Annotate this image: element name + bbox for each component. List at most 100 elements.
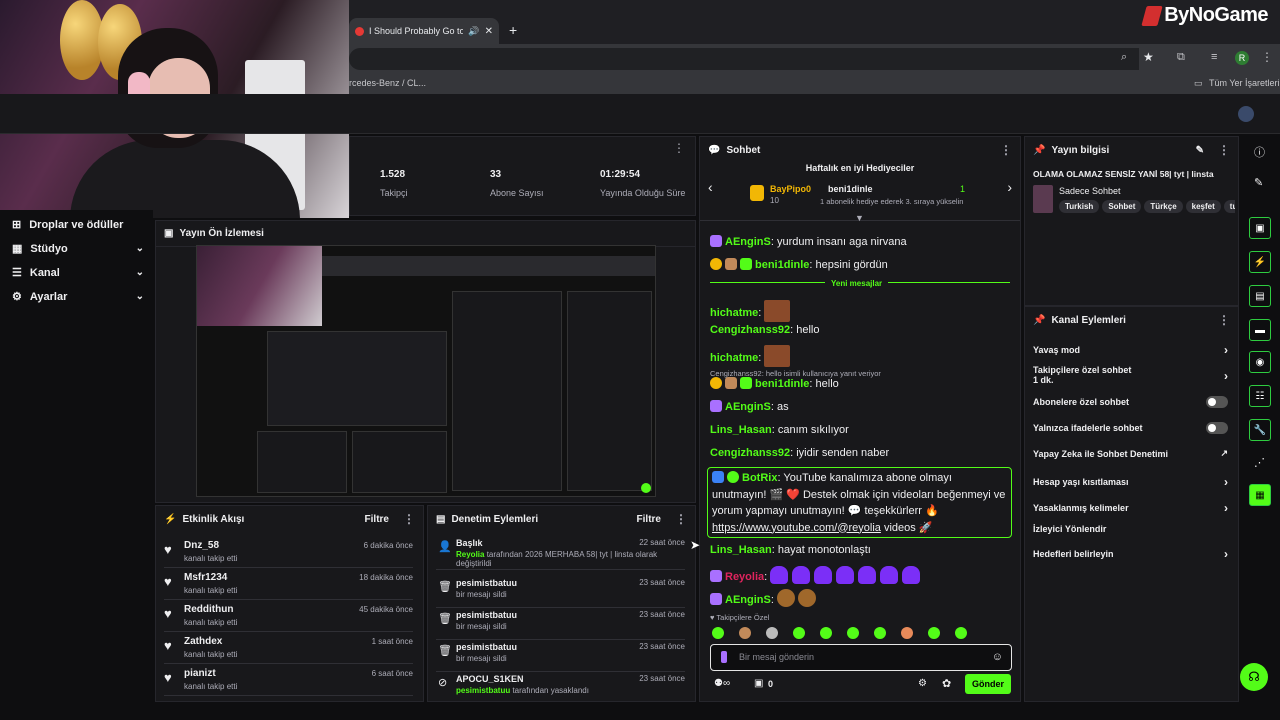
bookmark-star-icon[interactable]: ★ (1143, 50, 1154, 64)
media-icon[interactable]: ≡ (1211, 51, 1217, 63)
sidebar-item-drops[interactable]: ⊞ Droplar ve ödüller (12, 218, 144, 232)
chat-user[interactable]: Lins_Hasan (710, 424, 772, 436)
tab-audio-icon[interactable]: 🔊 (468, 26, 479, 37)
pencil-icon[interactable]: ✎ (1254, 176, 1263, 189)
gifter1-name[interactable]: BayPipo0 (770, 184, 811, 194)
activity-user[interactable]: Reddithun (184, 604, 233, 615)
category-name[interactable]: Sadece Sohbet (1059, 186, 1121, 196)
activity-user[interactable]: Dnz_58 (184, 540, 219, 551)
emote-icon[interactable] (901, 627, 913, 639)
infinity-icon[interactable]: ⚉∞ (714, 678, 730, 689)
emote-icon[interactable] (766, 627, 778, 639)
rail-button-actions[interactable]: ☷ (1249, 385, 1271, 407)
rail-button-moderation[interactable]: ▤ (1249, 285, 1271, 307)
mod-user[interactable]: pesimistbatuu (456, 578, 517, 588)
support-headset-icon[interactable]: ☊ (1240, 663, 1268, 691)
emote-icon[interactable] (955, 627, 967, 639)
chat-user[interactable]: hichatme (710, 352, 758, 364)
pin-icon[interactable]: ▼ (855, 213, 864, 223)
info-icon[interactable]: ⓘ (1254, 144, 1265, 160)
mod-actor[interactable]: pesimistbatuu (456, 686, 510, 695)
chevron-right-icon[interactable]: › (1007, 179, 1012, 195)
activity-user[interactable]: Zathdex (184, 636, 222, 647)
address-bar[interactable] (349, 48, 1139, 70)
emote-icon[interactable] (928, 627, 940, 639)
chat-user[interactable]: Reyolia (725, 571, 764, 583)
tag[interactable]: Türkçe (1144, 200, 1183, 213)
browser-menu-icon[interactable]: ⋮ (1261, 50, 1273, 64)
rail-button-activity[interactable]: ⚡ (1249, 251, 1271, 273)
emote-icon[interactable] (739, 627, 751, 639)
youtube-link[interactable]: https://www.youtube.com/@reyolia (712, 522, 881, 534)
emote-icon[interactable] (820, 627, 832, 639)
rail-button-tools[interactable]: 🔧 (1249, 419, 1271, 441)
profile-avatar[interactable]: R (1235, 51, 1249, 65)
gear-icon[interactable]: ⚙ (918, 678, 927, 689)
chat-user[interactable]: beni1dinle (755, 259, 809, 271)
chat-user[interactable]: AEnginS (725, 594, 771, 606)
tag[interactable]: keşfet (1185, 200, 1221, 213)
extensions-icon[interactable]: ⧉ (1177, 51, 1185, 64)
slow-mode-row[interactable]: Yavaş mod › (1033, 343, 1228, 357)
tab-close-icon[interactable]: ✕ (485, 26, 493, 37)
chat-user[interactable]: hichatme (710, 307, 758, 319)
activity-user[interactable]: Msfr1234 (184, 572, 227, 583)
tag[interactable]: turk (1223, 200, 1235, 213)
zoom-icon[interactable]: ⌕ (1121, 51, 1127, 64)
browser-tab[interactable]: I Should Probably Go to Be 🔊 ✕ (349, 18, 499, 44)
more-icon[interactable]: ⋮ (403, 512, 415, 526)
mod-user[interactable]: Reyolia (456, 550, 484, 559)
followers-only-row[interactable]: Takipçilere özel sohbet 1 dk. › (1033, 365, 1228, 385)
rail-button-preview[interactable]: ▣ (1249, 217, 1271, 239)
sidebar-item-studio[interactable]: ▦ Stüdyo ⌄ (12, 242, 144, 256)
emote-only-toggle[interactable] (1206, 422, 1228, 434)
mod-user[interactable]: pesimistbatuu (456, 642, 517, 652)
more-icon[interactable]: ⋮ (675, 512, 687, 526)
chat-user[interactable]: Cengizhanss92 (710, 324, 790, 336)
rail-button-broadcast[interactable]: ◉ (1249, 351, 1271, 373)
activity-user[interactable]: pianizt (184, 668, 216, 679)
stream-preview-video[interactable] (196, 245, 656, 497)
sidebar-item-settings[interactable]: ⚙ Ayarlar ⌄ (12, 290, 144, 304)
emote-icon[interactable] (793, 627, 805, 639)
chat-input[interactable]: Bir mesaj gönderin ☺ (710, 644, 1012, 671)
emote-icon[interactable] (847, 627, 859, 639)
send-button[interactable]: Gönder (965, 674, 1011, 694)
rail-button-chat[interactable]: ▬ (1249, 319, 1271, 341)
more-icon[interactable]: ⋮ (1218, 313, 1230, 327)
chat-user[interactable]: Cengizhanss92 (710, 447, 790, 459)
chat-user[interactable]: Lins_Hasan (710, 544, 772, 556)
bookmark-item[interactable]: rcedes-Benz / CL... (349, 78, 426, 88)
moderation-filter-button[interactable]: Filtre (637, 514, 661, 525)
sidebar-item-channel[interactable]: ☰ Kanal ⌄ (12, 266, 144, 280)
emote-icon[interactable] (874, 627, 886, 639)
chevron-left-icon[interactable]: ‹ (708, 179, 713, 195)
chat-user[interactable]: BotRix (742, 472, 777, 484)
tag[interactable]: Sohbet (1102, 200, 1142, 213)
tag[interactable]: Turkish (1059, 200, 1100, 213)
more-icon[interactable]: ⋮ (673, 141, 685, 155)
more-icon[interactable]: ⋮ (1000, 143, 1012, 157)
chat-user[interactable]: AEnginS (725, 401, 771, 413)
gifter2-name[interactable]: beni1dinle (828, 184, 873, 194)
chat-user[interactable]: AEnginS (725, 236, 771, 248)
banned-words-row[interactable]: Yasaklanmış kelimeler › (1033, 501, 1228, 515)
mod-user[interactable]: APOCU_S1KEN (456, 674, 524, 684)
rail-button-add[interactable]: ▦ (1249, 484, 1271, 506)
edit-icon[interactable]: ✎ (1196, 145, 1204, 156)
raid-row[interactable]: İzleyici Yönlendir (1033, 524, 1228, 534)
user-avatar[interactable] (1238, 106, 1254, 122)
goals-row[interactable]: Hedefleri belirleyin › (1033, 547, 1228, 561)
all-bookmarks[interactable]: Tüm Yer İşaretleri (1209, 78, 1280, 88)
chat-user[interactable]: beni1dinle (755, 378, 809, 390)
new-tab-icon[interactable]: + (509, 22, 517, 38)
emoji-icon[interactable]: ☺ (992, 651, 1003, 663)
more-icon[interactable]: ⋮ (1218, 143, 1230, 157)
share-icon[interactable]: ⋰ (1254, 456, 1265, 469)
gift-icon[interactable]: ✿ (942, 677, 951, 690)
emote-icon[interactable] (712, 627, 724, 639)
mod-user[interactable]: pesimistbatuu (456, 610, 517, 620)
ai-moderation-row[interactable]: Yapay Zeka ile Sohbet Denetimi ↗ (1033, 448, 1228, 459)
account-age-row[interactable]: Hesap yaşı kısıtlaması › (1033, 475, 1228, 489)
activity-filter-button[interactable]: Filtre (365, 514, 389, 525)
